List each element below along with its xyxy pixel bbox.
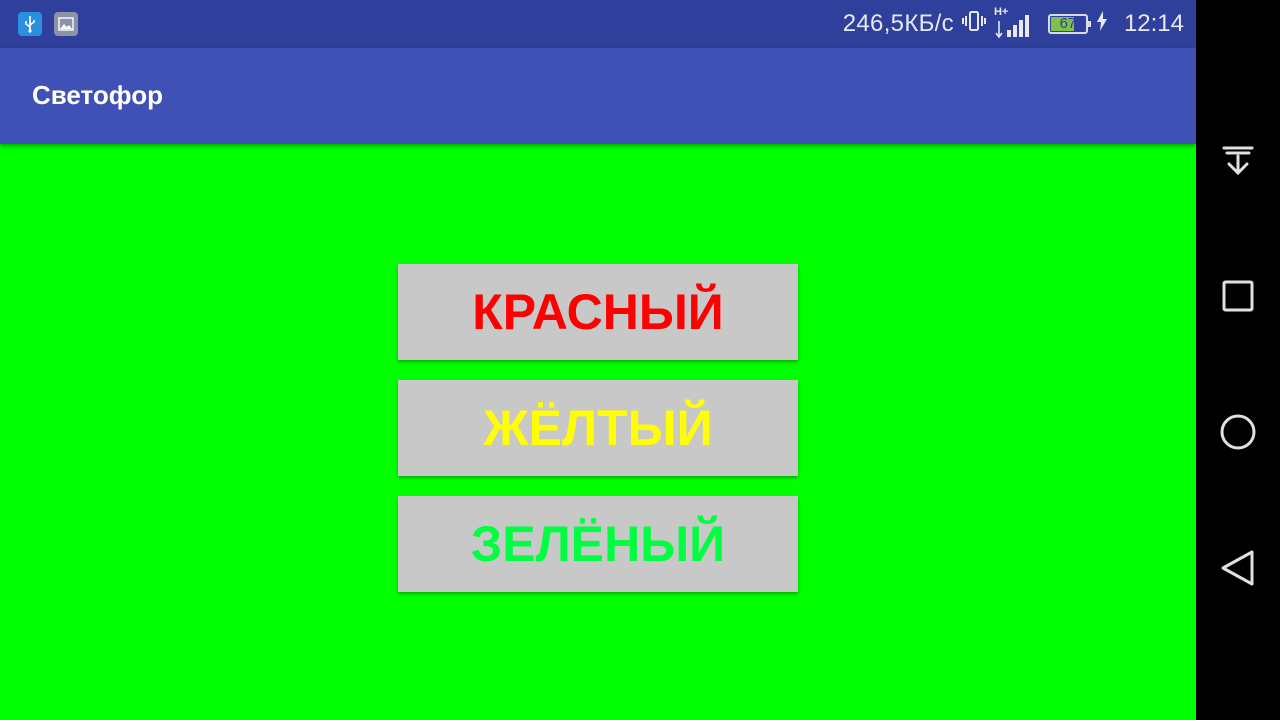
battery-level: 67 [1059,15,1077,32]
charging-icon [1096,10,1108,39]
notifications-pull-down-icon[interactable] [1196,118,1280,202]
app-toolbar: Светофор [0,48,1196,144]
status-notifications [18,12,78,36]
signal-icon: H+ [994,6,1034,40]
usb-icon [18,12,42,36]
green-button[interactable]: ЗЕЛЁНЫЙ [398,496,798,592]
home-circle-icon[interactable] [1196,390,1280,474]
app-screen: 246,5КБ/с H+ 67 12:14 Светофор КРАСНЫЙ Ж… [0,0,1196,720]
status-bar: 246,5КБ/с H+ 67 12:14 [0,0,1196,48]
battery-icon: 67 [1047,14,1091,34]
network-speed: 246,5КБ/с [842,10,954,37]
recents-square-icon[interactable] [1196,254,1280,338]
red-button[interactable]: КРАСНЫЙ [398,264,798,360]
vibrate-icon [961,9,986,40]
image-icon [54,12,78,36]
back-triangle-icon[interactable] [1196,526,1280,610]
status-indicators: 246,5КБ/с H+ 67 12:14 [843,0,1184,48]
clock: 12:14 [1123,10,1184,37]
app-title: Светофор [32,80,163,110]
yellow-button[interactable]: ЖЁЛТЫЙ [398,380,798,476]
navigation-bar [1196,0,1280,720]
